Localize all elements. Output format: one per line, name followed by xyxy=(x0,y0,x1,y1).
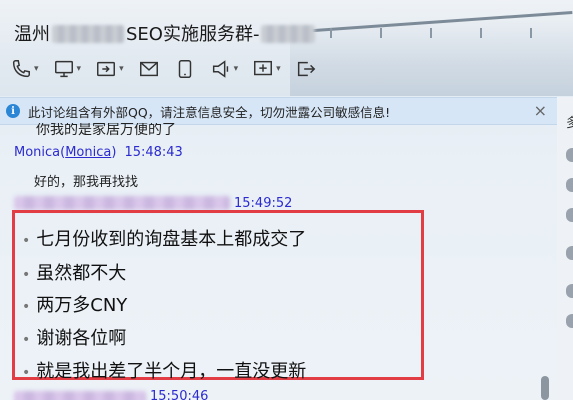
message-line-text: 谢谢各位啊 xyxy=(36,328,127,349)
chat-message-area[interactable]: 你我的是家居万便的了 Monica(Monica) 15:48:43 好的，那我再… xyxy=(0,123,557,400)
exit-icon xyxy=(297,61,315,77)
message-line: • 两万多CNY xyxy=(22,291,127,317)
message-time: 15:48:43 xyxy=(124,145,183,160)
title-suffix: SEO实施服务群- xyxy=(126,24,260,45)
scrollbar-thumb[interactable] xyxy=(541,376,549,400)
side-panel-label: 多 xyxy=(566,116,573,131)
message-time: 15:50:46 xyxy=(150,389,209,400)
avatar[interactable] xyxy=(566,208,573,222)
chevron-down-icon[interactable]: ▾ xyxy=(276,64,281,74)
chevron-down-icon[interactable]: ▾ xyxy=(234,64,239,74)
bullet: • xyxy=(22,365,31,381)
message-line-text: 就是我出差了半个月，一直没更新 xyxy=(36,361,307,382)
chevron-down-icon[interactable]: ▾ xyxy=(77,64,82,74)
bridge-pillar xyxy=(380,28,382,38)
partial-message-text: 你我的是家居万便的了 xyxy=(36,123,176,138)
mail-button[interactable] xyxy=(138,58,160,80)
announcement-button[interactable]: ▾ xyxy=(210,58,239,80)
message-line: • 七月份收到的询盘基本上都成交了 xyxy=(22,225,306,251)
title-prefix: 温州 xyxy=(14,24,50,45)
window-title: 温州 SEO实施服务群- xyxy=(14,20,317,46)
bridge-pillar xyxy=(480,28,482,38)
bullet: • xyxy=(22,332,31,348)
bridge-pillar xyxy=(430,28,432,38)
chevron-down-icon[interactable]: ▾ xyxy=(119,64,124,74)
redacted-sender-name xyxy=(14,196,230,210)
add-apps-icon xyxy=(254,60,273,76)
sender-name[interactable]: Monica xyxy=(14,145,60,160)
mail-icon xyxy=(139,61,158,77)
tablet-icon xyxy=(178,60,191,78)
message-line-text: 虽然都不大 xyxy=(36,263,127,284)
avatar[interactable] xyxy=(566,246,573,260)
bridge-pillar xyxy=(330,28,332,38)
bullet: • xyxy=(22,233,31,249)
screen-share-button[interactable]: ▾ xyxy=(53,58,82,80)
bullet: • xyxy=(22,267,31,283)
sender-handle-link[interactable]: Monica xyxy=(65,145,111,160)
paren: ) xyxy=(111,145,117,160)
avatar[interactable] xyxy=(566,148,573,162)
security-notice-bar: i 此讨论组含有外部QQ，请注意信息安全，切勿泄露公司敏感信息! × xyxy=(0,97,557,125)
message-line: • 就是我出差了半个月，一直没更新 xyxy=(22,357,306,383)
close-icon[interactable]: × xyxy=(534,101,547,120)
bullet: • xyxy=(22,299,31,315)
avatar[interactable] xyxy=(566,314,573,328)
screen-share-icon xyxy=(54,60,73,78)
chevron-down-icon[interactable]: ▾ xyxy=(34,64,39,74)
toolbar: ▾ ▾ ▾ ▾ ▾ xyxy=(10,56,331,82)
message-line: • 谢谢各位啊 xyxy=(22,324,126,350)
phone-icon xyxy=(12,60,30,78)
message-line-text: 七月份收到的询盘基本上都成交了 xyxy=(36,229,307,250)
notice-text: 此讨论组含有外部QQ，请注意信息安全，切勿泄露公司敏感信息! xyxy=(28,104,391,120)
message-time: 15:49:52 xyxy=(234,196,293,211)
tablet-button[interactable] xyxy=(174,58,196,80)
redacted-sender-name xyxy=(14,391,146,400)
remote-assist-button[interactable]: ▾ xyxy=(95,58,124,80)
message-line: • 虽然都不大 xyxy=(22,259,126,285)
avatar[interactable] xyxy=(566,284,573,298)
message-line-text: 两万多CNY xyxy=(36,295,128,316)
exit-button[interactable] xyxy=(295,58,317,80)
redacted-text xyxy=(261,25,316,43)
message-text: 好的，那我再找找 xyxy=(34,175,139,190)
announcement-icon xyxy=(212,60,228,78)
bridge-pillar xyxy=(530,28,532,38)
avatar[interactable] xyxy=(566,178,573,192)
remote-assist-icon xyxy=(97,61,116,77)
info-icon: i xyxy=(6,104,20,118)
message-sender: Monica(Monica) 15:48:43 xyxy=(14,145,183,160)
add-apps-button[interactable]: ▾ xyxy=(252,58,281,80)
redacted-text xyxy=(52,25,124,43)
phone-button[interactable]: ▾ xyxy=(10,58,39,80)
title-bar: 温州 SEO实施服务群- ▾ ▾ ▾ ▾ ▾ xyxy=(0,0,573,96)
